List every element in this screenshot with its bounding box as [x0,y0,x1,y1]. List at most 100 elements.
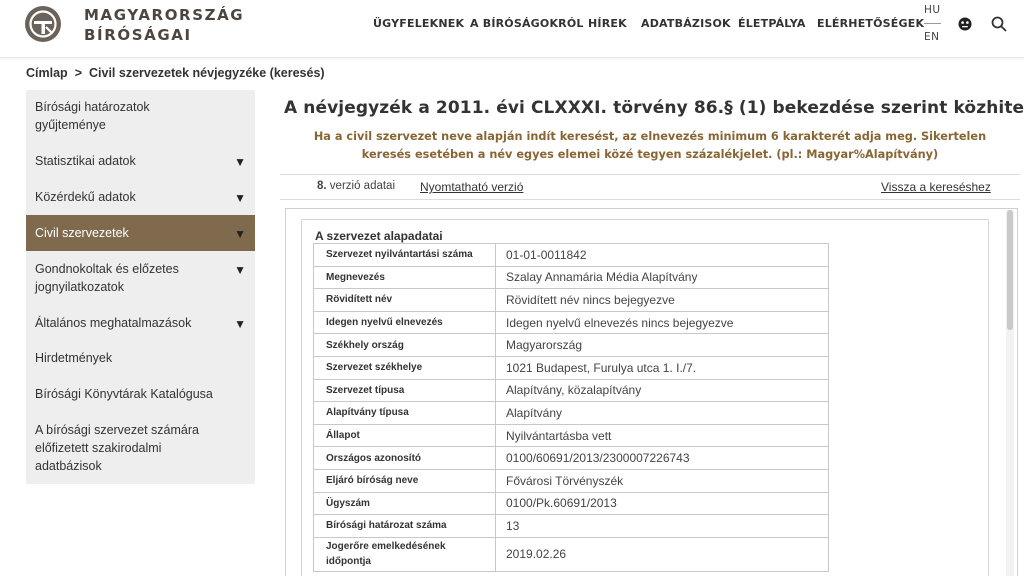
version-info: 8. verzió adatai [317,180,395,192]
field-key: Megnevezés [313,265,496,290]
chevron-down-icon: ▼ [234,227,246,241]
sidebar-item-label: gyűjteménye [35,118,106,132]
table-row: Megnevezés Szalay Annamária Média Alapítv… [313,265,829,290]
field-value: Fővárosi Törvényszék [495,468,829,493]
table-row: Rövidített név Rövidített név nincs bejeg… [313,288,829,312]
table-row: Országos azonosító 0100/60691/2013/230000… [313,446,829,470]
sidebar-item-label: Civil szervezetek [35,226,129,240]
field-value: Alapítvány, közalapítvány [495,378,829,403]
sidebar-item-label: Statisztikai adatok [35,154,136,168]
table-row: Szervezet székhelye 1021 Budapest, Furuly… [313,355,829,380]
nav-item-ugyfeleknek[interactable]: ÜGYFELEKNEK [373,17,464,30]
field-value: 0100/60691/2013/2300007226743 [495,446,829,470]
field-key-line-1: Jogerőre emelkedésének [326,541,446,553]
field-value: 01-01-0011842 [495,243,829,267]
field-value: Idegen nyelvű elnevezés nincs bejegyezve [495,310,829,335]
field-key: Ügyszám [313,491,496,516]
printable-version-link[interactable]: Nyomtatható verzió [420,180,523,194]
sidebar-item-label: Hirdetmények [35,351,113,365]
table-row: Bírósági határozat száma 13 [313,514,829,538]
back-to-search-link[interactable]: Vissza a kereséshez [881,180,991,194]
field-key: Bírósági határozat száma [313,514,496,538]
table-row: Szervezet típusa Alapítvány, közalapítván… [313,378,829,403]
brand-name[interactable]: MAGYARORSZÁG BÍRÓSÁGAI [84,5,244,45]
lang-hu[interactable]: HU [924,4,941,16]
sidebar-item-label: Gondnokoltak és előzetes [35,262,179,276]
table-row: Ügyszám 0100/Pk.60691/2013 [313,491,829,516]
lang-en[interactable]: EN [924,31,940,43]
basic-data-table: Szervezet nyilvántartási száma 01-01-0011… [313,243,829,572]
search-icon[interactable] [991,16,1007,32]
sidebar-item-label: Bírósági Könyvtárak Katalógusa [35,387,213,401]
sidebar-item-label: A bírósági szervezet számára [35,423,199,437]
sidebar-item-kozerdeku-adatok[interactable]: Közérdekű adatok ▼ [26,188,255,206]
field-key: Rövidített név [313,288,496,312]
field-value: Nyilvántartásba vett [495,423,829,448]
notice-line-2: keresés esetében a név egyes elemei közé… [361,148,939,161]
nav-item-eletpalya[interactable]: ÉLETPÁLYA [738,17,806,30]
notice-line-1: Ha a civil szervezet neve alapján indít … [313,130,987,143]
chevron-down-icon: ▼ [234,317,246,331]
breadcrumb-current: Civil szervezetek névjegyzéke (keresés) [89,66,325,80]
field-value: 1021 Budapest, Furulya utca 1. I./7. [495,355,829,380]
chevron-down-icon: ▼ [234,263,246,277]
field-value: Rövidített név nincs bejegyezve [495,288,829,312]
table-row: Állapot Nyilvántartásba vett [313,423,829,448]
field-key: Idegen nyelvű elnevezés [313,310,496,335]
panel-scroll-thumb[interactable] [1007,210,1013,330]
nav-item-elerhetosegek[interactable]: ELÉRHETŐSÉGEK [817,17,924,30]
nav-item-adatbazisok[interactable]: ADATBÁZISOK [641,17,731,30]
field-key: Jogerőre emelkedésének időpontja [313,536,496,572]
court-logo-icon[interactable] [25,6,61,42]
table-row: Szervezet nyilvántartási száma 01-01-0011… [313,243,829,267]
sidebar-item-szakirodalmi-adatbazisok[interactable]: A bírósági szervezet számára előfizetett… [26,421,255,475]
record-toolbar: 8. verzió adatai Nyomtatható verzió Viss… [280,174,1020,200]
sidebar-item-label: Bírósági határozatok [35,100,150,114]
section-legend: A szervezet alapadatai [315,229,443,243]
brand-line-1: MAGYARORSZÁG [84,6,245,24]
field-value: 2019.02.26 [495,536,829,572]
sidebar-item-birosagi-konyvtarak[interactable]: Bírósági Könyvtárak Katalógusa [26,385,255,403]
table-row: Székhely ország Magyarország [313,333,829,357]
sidebar-item-label: Közérdekű adatok [35,190,136,204]
field-key: Szervezet nyilvántartási száma [313,243,496,267]
field-value: Alapítvány [495,401,829,425]
sidebar-item-gondnokoltak[interactable]: Gondnokoltak és előzetes jognyilatkozato… [26,260,255,296]
sidebar-item-label: jognyilatkozatok [35,280,124,294]
field-key: Alapítvány típusa [313,401,496,425]
search-notice: Ha a civil szervezet neve alapján indít … [280,128,1020,164]
sidebar-item-hirdetmenyek[interactable]: Hirdetmények [26,349,255,367]
chevron-down-icon: ▼ [234,191,246,205]
sidebar-item-label: előfizetett szakirodalmi [35,441,162,455]
page-title: A névjegyzék a 2011. évi CLXXXI. törvény… [284,98,1024,118]
brand-line-2: BÍRÓSÁGAI [84,26,192,44]
field-key: Állapot [313,423,496,448]
field-key: Szervezet székhelye [313,355,496,380]
table-row: Jogerőre emelkedésének időpontja 2019.02.2… [313,536,829,572]
sidebar-item-statisztikai-adatok[interactable]: Statisztikai adatok ▼ [26,152,255,170]
table-row: Idegen nyelvű elnevezés Idegen nyelvű eln… [313,310,829,335]
contrast-icon[interactable] [958,17,972,31]
nav-item-a-birosagokrol[interactable]: A BÍRÓSÁGOKRÓL [470,17,584,30]
site-header: MAGYARORSZÁG BÍRÓSÁGAI ÜGYFELEKNEK A BÍR… [0,0,1024,58]
nav-item-hirek[interactable]: HÍREK [588,17,627,30]
lang-divider [924,23,941,24]
chevron-down-icon: ▼ [234,155,246,169]
field-key-line-2: időpontja [326,556,371,568]
field-value: Szalay Annamária Média Alapítvány [495,265,829,290]
field-key: Eljáró bíróság neve [313,468,496,493]
table-row: Eljáró bíróság neve Fővárosi Törvényszék [313,468,829,493]
sidebar: Bírósági határozatok gyűjteménye Statisz… [26,90,255,484]
sidebar-item-label: Általános meghatalmazások [35,316,192,330]
field-value: Magyarország [495,333,829,357]
version-number: 8. [317,180,327,192]
breadcrumb-home[interactable]: Címlap [26,66,68,80]
version-label: verzió adatai [329,180,396,192]
table-row: Alapítvány típusa Alapítvány [313,401,829,425]
breadcrumb-separator: > [74,66,82,80]
sidebar-item-birosagi-hatarozatok[interactable]: Bírósági határozatok gyűjteménye [26,98,255,134]
sidebar-item-civil-szervezetek[interactable]: Civil szervezetek ▼ [26,215,255,251]
field-value: 13 [495,514,829,538]
sidebar-item-altalanos-meghatalmazasok[interactable]: Általános meghatalmazások ▼ [26,314,255,332]
field-value: 0100/Pk.60691/2013 [495,491,829,516]
